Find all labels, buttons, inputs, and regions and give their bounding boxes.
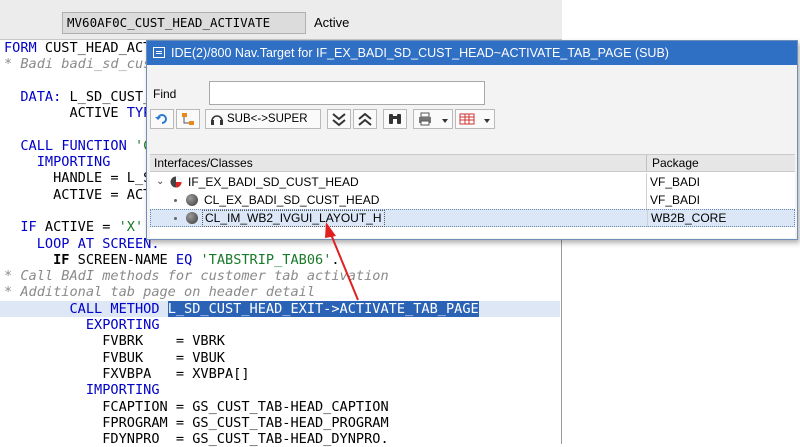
tree-row-package: VF_BADI <box>646 173 700 191</box>
sub-super-button[interactable]: SUB<->SUPER <box>205 109 321 129</box>
hierarchy-button[interactable] <box>176 109 200 129</box>
collapse-all-icon <box>332 113 346 127</box>
tree-row-name: IF_EX_BADI_SD_CUST_HEAD <box>188 175 359 189</box>
code-line[interactable]: * Call BAdI methods for customer tab act… <box>4 268 560 284</box>
tree-row-package: WB2B_CORE <box>647 209 726 227</box>
code-line[interactable]: FVBRK = VBRK <box>4 333 560 349</box>
nav-target-dialog: IDE(2)/800 Nav.Target for IF_EX_BADI_SD_… <box>146 40 798 240</box>
expand-all-icon <box>358 112 372 126</box>
code-line[interactable]: FXVBPA = XVBPA[] <box>4 366 560 382</box>
find-input[interactable] <box>209 81 485 105</box>
code-line[interactable]: IF SCREEN-NAME EQ 'TABSTRIP_TAB06'. <box>4 252 560 268</box>
find-label: Find <box>153 87 177 101</box>
code-line[interactable]: FDYNPRO = GS_CUST_TAB-HEAD_DYNPRO. <box>4 431 560 447</box>
tree-row[interactable]: ⌄ IF_EX_BADI_SD_CUST_HEAD VF_BADI <box>150 173 795 191</box>
collapse-all-button[interactable] <box>327 109 351 129</box>
sub-super-label: SUB<->SUPER <box>227 113 308 125</box>
layout-button[interactable] <box>455 109 495 129</box>
code-line[interactable]: FVBUK = VBUK <box>4 350 560 366</box>
hierarchy-icon <box>182 113 194 125</box>
binoculars-icon <box>389 114 401 124</box>
dialog-title: IDE(2)/800 Nav.Target for IF_EX_BADI_SD_… <box>171 46 669 60</box>
refresh-button[interactable] <box>150 109 174 129</box>
class-icon <box>186 194 198 206</box>
interface-icon <box>170 176 182 188</box>
headset-icon <box>211 115 223 125</box>
code-line[interactable]: EXPORTING <box>4 317 560 333</box>
tree-dot <box>174 217 177 220</box>
dialog-titlebar: IDE(2)/800 Nav.Target for IF_EX_BADI_SD_… <box>147 41 797 65</box>
print-button[interactable] <box>413 109 453 129</box>
tree-row[interactable]: CL_EX_BADI_SD_CUST_HEAD VF_BADI <box>150 191 795 209</box>
tree-dot <box>174 199 177 202</box>
code-line[interactable]: * Additional tab page on header detail <box>4 284 560 300</box>
program-status: Active <box>314 15 350 30</box>
column-package[interactable]: Package <box>646 155 699 171</box>
tree-header: Interfaces/Classes Package <box>150 154 795 172</box>
dropdown-arrow-icon <box>484 119 490 123</box>
tree-body: ⌄ IF_EX_BADI_SD_CUST_HEAD VF_BADI CL_EX_… <box>150 172 795 238</box>
tree-row-selected[interactable]: CL_IM_WB2_IVGUI_LAYOUT_H WB2B_CORE <box>150 209 795 227</box>
code-line[interactable]: IMPORTING <box>4 382 560 398</box>
program-header: MV60AF0C_CUST_HEAD_ACTIVATE Active <box>0 0 562 40</box>
tree-row-name: CL_IM_WB2_IVGUI_LAYOUT_H <box>202 210 385 227</box>
table-layout-icon <box>459 113 475 125</box>
print-icon <box>419 112 431 126</box>
program-name-field[interactable]: MV60AF0C_CUST_HEAD_ACTIVATE <box>62 12 306 34</box>
window-icon <box>153 47 165 58</box>
refresh-icon <box>155 114 167 124</box>
code-line[interactable]: FCAPTION = GS_CUST_TAB-HEAD_CAPTION <box>4 399 560 415</box>
code-line[interactable]: FPROGRAM = GS_CUST_TAB-HEAD_PROGRAM <box>4 415 560 431</box>
dropdown-arrow-icon <box>442 119 448 123</box>
chevron-down-icon[interactable]: ⌄ <box>156 173 164 191</box>
code-line[interactable]: CALL METHOD L_SD_CUST_HEAD_EXIT->ACTIVAT… <box>0 300 560 318</box>
find-button[interactable] <box>383 109 407 129</box>
tree-row-name: CL_EX_BADI_SD_CUST_HEAD <box>204 193 380 207</box>
tree-row-package: VF_BADI <box>646 191 700 209</box>
column-interfaces-classes[interactable]: Interfaces/Classes <box>154 156 253 170</box>
class-icon <box>186 212 198 224</box>
expand-all-button[interactable] <box>353 109 377 129</box>
